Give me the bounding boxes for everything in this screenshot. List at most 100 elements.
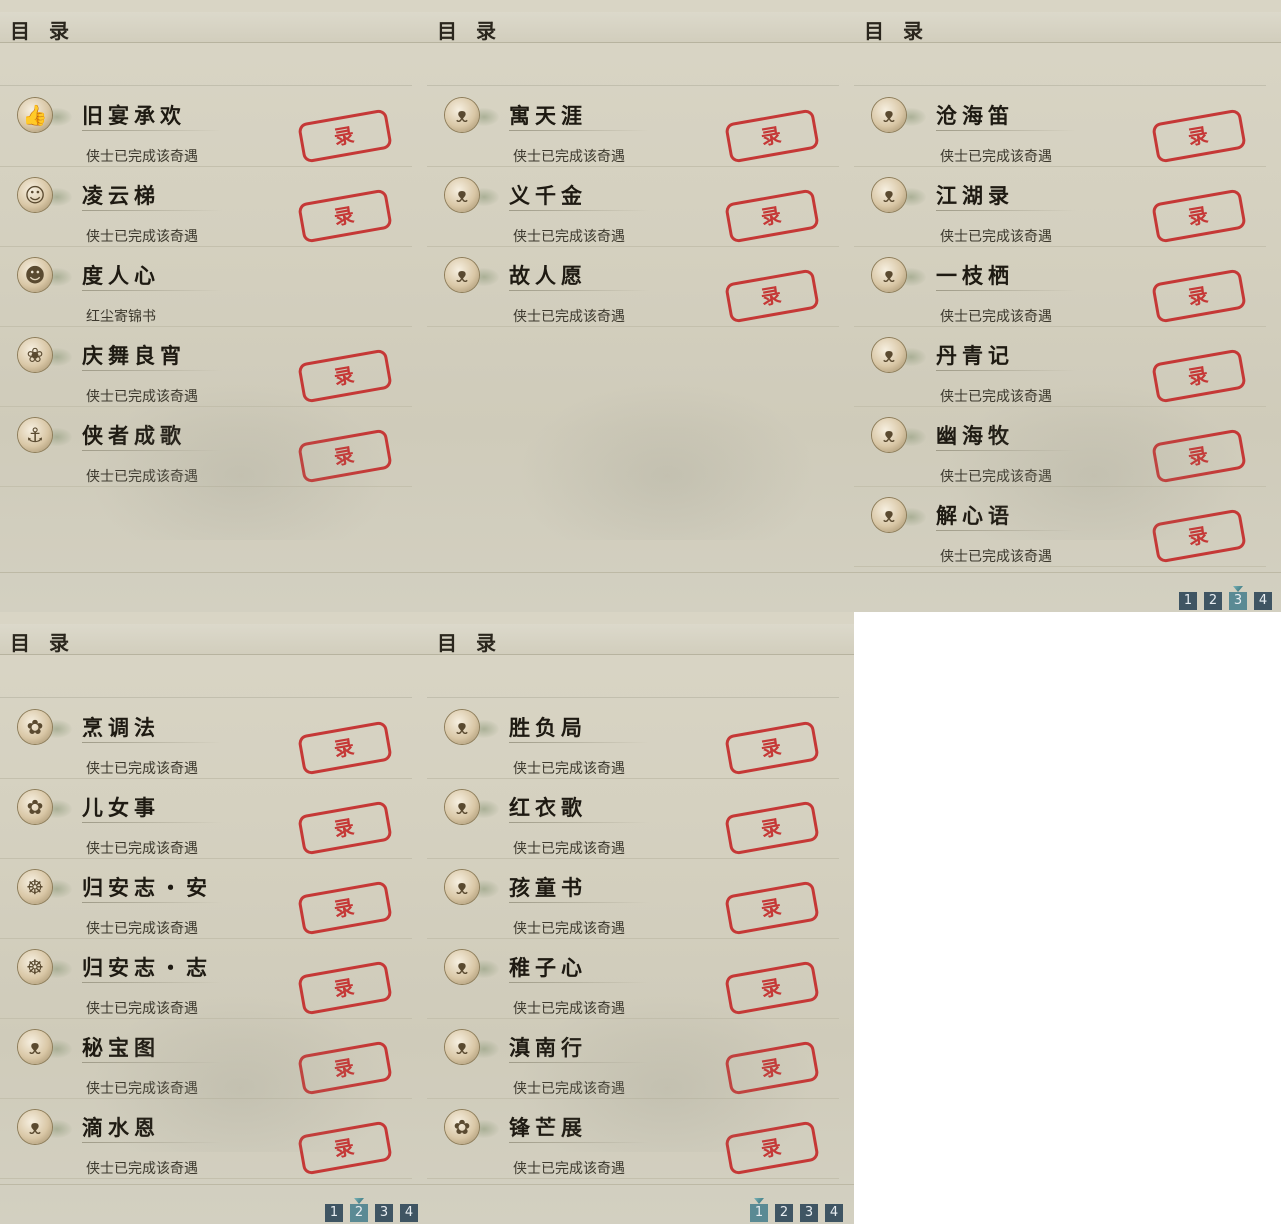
page-2-button[interactable]: 2: [1204, 592, 1222, 610]
page-4-button[interactable]: 4: [825, 1204, 843, 1222]
encounter-row[interactable]: ✿ 烹调法 侠士已完成该奇遇 录: [0, 698, 412, 779]
encounter-row[interactable]: ᴥ 稚子心 侠士已完成该奇遇 录: [427, 938, 839, 1019]
encounter-row[interactable]: ᴥ 幽海牧 侠士已完成该奇遇 录: [854, 406, 1266, 487]
encounter-name: 侠者成歌: [82, 423, 186, 448]
page-4-button[interactable]: 4: [1254, 592, 1272, 610]
encounter-catalog-panel: 目 录 👍 旧宴承欢 侠士已完成该奇遇录 ☺ 凌云梯 侠士已完成该奇遇录 ☻ 度人心 红尘寄锦书 ❀…: [0, 0, 427, 612]
encounter-name: 旧宴承欢: [82, 103, 186, 128]
encounter-row[interactable]: ☸ 归安志・安 侠士已完成该奇遇 录: [0, 858, 412, 939]
encounter-name: 故人愿: [509, 263, 587, 288]
encounter-name: 幽海牧: [936, 423, 1014, 448]
completed-seal-stamp: 录: [724, 800, 820, 856]
encounter-name: 儿女事: [82, 795, 160, 820]
name-underline: [509, 742, 649, 743]
encounter-row[interactable]: ᴥ 丹青记 侠士已完成该奇遇 录: [854, 326, 1266, 407]
cat-icon-glyph: ᴥ: [455, 1035, 469, 1059]
encounter-row[interactable]: 👍 旧宴承欢 侠士已完成该奇遇 录: [0, 86, 412, 167]
encounter-name: 归安志・安: [82, 875, 212, 900]
cat-icon-glyph: ᴥ: [882, 263, 896, 287]
encounter-name: 丹青记: [936, 343, 1014, 368]
name-underline: [509, 290, 649, 291]
panel-header: 目 录: [0, 624, 427, 655]
encounter-row[interactable]: ᴥ 一枝栖 侠士已完成该奇遇 录: [854, 246, 1266, 327]
page-1-button[interactable]: 1: [1179, 592, 1197, 610]
cat-icon: ᴥ: [441, 710, 499, 746]
completed-seal-stamp: 录: [1151, 348, 1247, 404]
encounter-row[interactable]: ᴥ 孩童书 侠士已完成该奇遇 录: [427, 858, 839, 939]
encounter-row[interactable]: ᴥ 胜负局 侠士已完成该奇遇 录: [427, 698, 839, 779]
encounter-status: 侠士已完成该奇遇: [86, 841, 198, 857]
encounter-row[interactable]: ✿ 儿女事 侠士已完成该奇遇 录: [0, 778, 412, 859]
encounter-row[interactable]: ✿ 锋芒展 侠士已完成该奇遇 录: [427, 1098, 839, 1179]
page-3-button[interactable]: 3: [800, 1204, 818, 1222]
name-underline: [509, 1062, 649, 1063]
encounter-name: 滴水恩: [82, 1115, 160, 1140]
divider: [854, 572, 1281, 573]
encounter-row[interactable]: ᴥ 沧海笛 侠士已完成该奇遇 录: [854, 86, 1266, 167]
thumbs-up-icon-glyph: 👍: [22, 103, 48, 127]
encounter-status: 侠士已完成该奇遇: [940, 309, 1052, 325]
encounter-row[interactable]: ᴥ 故人愿 侠士已完成该奇遇 录: [427, 246, 839, 327]
completed-seal-stamp: 录: [724, 880, 820, 936]
encounter-row[interactable]: ᴥ 滴水恩 侠士已完成该奇遇 录: [0, 1098, 412, 1179]
completed-seal-stamp: 录: [724, 108, 820, 164]
encounter-status: 侠士已完成该奇遇: [513, 1001, 625, 1017]
name-underline: [509, 902, 649, 903]
cat-icon-glyph: ᴥ: [455, 183, 469, 207]
encounter-name: 锋芒展: [509, 1115, 587, 1140]
panel-header: 目 录: [427, 12, 854, 43]
encounter-name: 烹调法: [82, 715, 160, 740]
completed-seal-stamp: 录: [724, 1040, 820, 1096]
encounter-catalog-panel: 目 录 ᴥ 沧海笛 侠士已完成该奇遇录 ᴥ 江湖录 侠士已完成该奇遇录 ᴥ 一枝栖 侠士已完成该奇…: [854, 0, 1281, 612]
monkey-face-icon-glyph: ☺: [24, 183, 46, 207]
encounter-row[interactable]: ☻ 度人心 红尘寄锦书: [0, 246, 412, 327]
encounter-row[interactable]: ᴥ 红衣歌 侠士已完成该奇遇 录: [427, 778, 839, 859]
encounter-name: 江湖录: [936, 183, 1014, 208]
cat-icon: ᴥ: [14, 1030, 72, 1066]
name-underline: [509, 822, 649, 823]
encounter-row[interactable]: ᴥ 江湖录 侠士已完成该奇遇 录: [854, 166, 1266, 247]
divider: [0, 572, 427, 573]
name-underline: [936, 130, 1076, 131]
page-4-button[interactable]: 4: [400, 1204, 418, 1222]
encounter-name: 秘宝图: [82, 1035, 160, 1060]
encounter-name: 凌云梯: [82, 183, 160, 208]
encounter-row[interactable]: ᴥ 秘宝图 侠士已完成该奇遇 录: [0, 1018, 412, 1099]
encounter-row[interactable]: ᴥ 解心语 侠士已完成该奇遇 录: [854, 486, 1266, 567]
encounter-status: 侠士已完成该奇遇: [86, 921, 198, 937]
panel-title: 目 录: [864, 19, 929, 43]
page-1-button[interactable]: 1: [325, 1204, 343, 1222]
name-underline: [82, 742, 222, 743]
encounter-catalog-panel: 目 录 ᴥ 寓天涯 侠士已完成该奇遇录 ᴥ 义千金 侠士已完成该奇遇录 ᴥ 故人愿 侠士已完成该奇…: [427, 0, 854, 612]
completed-seal-stamp: 录: [1151, 268, 1247, 324]
name-underline: [82, 130, 222, 131]
encounter-status: 红尘寄锦书: [86, 309, 156, 325]
completed-seal-stamp: 录: [724, 1120, 820, 1176]
encounter-row[interactable]: ☺ 凌云梯 侠士已完成该奇遇 录: [0, 166, 412, 247]
encounter-status: 侠士已完成该奇遇: [940, 549, 1052, 565]
encounter-row[interactable]: ☸ 归安志・志 侠士已完成该奇遇 录: [0, 938, 412, 1019]
cat-icon: ᴥ: [441, 870, 499, 906]
name-underline: [509, 982, 649, 983]
encounter-row[interactable]: ᴥ 义千金 侠士已完成该奇遇 录: [427, 166, 839, 247]
encounter-row[interactable]: ⚓ 侠者成歌 侠士已完成该奇遇 录: [0, 406, 412, 487]
encounter-row[interactable]: ❀ 庆舞良宵 侠士已完成该奇遇 录: [0, 326, 412, 407]
completed-seal-stamp: 录: [1151, 428, 1247, 484]
page-3-button[interactable]: 3: [375, 1204, 393, 1222]
name-underline: [82, 982, 222, 983]
cat-icon-glyph: ᴥ: [455, 263, 469, 287]
panel-title: 目 录: [10, 19, 75, 43]
page-2-button[interactable]: 2: [350, 1204, 368, 1222]
encounter-catalog-panel: 目 录 ᴥ 胜负局 侠士已完成该奇遇录 ᴥ 红衣歌 侠士已完成该奇遇录 ᴥ 孩童书 侠士已完成该奇…: [427, 612, 854, 1224]
encounter-status: 侠士已完成该奇遇: [86, 1001, 198, 1017]
page-1-button[interactable]: 1: [750, 1204, 768, 1222]
encounter-status: 侠士已完成该奇遇: [940, 469, 1052, 485]
completed-seal-stamp: 录: [1151, 508, 1247, 564]
jade-icon-glyph: ✿: [26, 715, 44, 739]
encounter-row[interactable]: ᴥ 寓天涯 侠士已完成该奇遇 录: [427, 86, 839, 167]
page-selector: 1234: [325, 1204, 418, 1222]
panel-header: 目 录: [0, 12, 427, 43]
page-2-button[interactable]: 2: [775, 1204, 793, 1222]
encounter-row[interactable]: ᴥ 滇南行 侠士已完成该奇遇 录: [427, 1018, 839, 1099]
page-3-button[interactable]: 3: [1229, 592, 1247, 610]
